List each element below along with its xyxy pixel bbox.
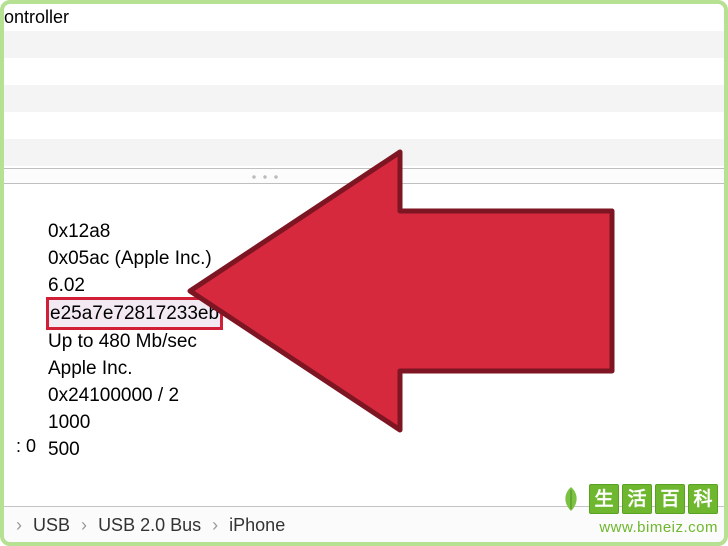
chevron-right-icon: › [10, 515, 28, 535]
device-tree-row[interactable] [4, 85, 724, 112]
callout-arrow-icon [180, 146, 620, 436]
device-tree-row[interactable] [4, 31, 724, 58]
device-tree-row[interactable] [4, 112, 724, 139]
drag-handle-icon [250, 175, 280, 179]
device-tree-row[interactable] [4, 58, 724, 85]
leaf-icon [560, 485, 582, 513]
current-available-value: 1000 [48, 409, 221, 436]
breadcrumb-item[interactable]: USB [33, 515, 70, 535]
watermark-char: 百 [655, 484, 685, 514]
speed-value: Up to 480 Mb/sec [48, 328, 221, 355]
vendor-id-value: 0x05ac (Apple Inc.) [48, 245, 221, 272]
watermark-char: 科 [688, 484, 718, 514]
version-value: 6.02 [48, 272, 221, 299]
chevron-right-icon: › [206, 515, 224, 535]
extra-operating-current: : 0 [16, 436, 36, 457]
breadcrumb-item[interactable]: iPhone [229, 515, 285, 535]
product-id-value: 0x12a8 [48, 218, 221, 245]
controller-label: ontroller [4, 7, 69, 27]
location-id-value: 0x24100000 / 2 [48, 382, 221, 409]
device-details: 0x12a8 0x05ac (Apple Inc.) 6.02 e25a7e72… [48, 218, 221, 463]
device-tree-panel: ontroller [4, 4, 724, 168]
current-required-value: 500 [48, 436, 221, 463]
watermark-url: www.bimeiz.com [528, 519, 718, 536]
pane-divider[interactable] [4, 168, 724, 184]
chevron-right-icon: › [75, 515, 93, 535]
watermark-char: 生 [589, 484, 619, 514]
device-tree-row[interactable]: ontroller [4, 4, 724, 31]
site-watermark: 生 活 百 科 www.bimeiz.com [528, 482, 718, 536]
breadcrumb-item[interactable]: USB 2.0 Bus [98, 515, 201, 535]
serial-number-value[interactable]: e25a7e72817233eb [48, 299, 221, 328]
manufacturer-value: Apple Inc. [48, 355, 221, 382]
watermark-char: 活 [622, 484, 652, 514]
device-tree-row[interactable] [4, 139, 724, 166]
